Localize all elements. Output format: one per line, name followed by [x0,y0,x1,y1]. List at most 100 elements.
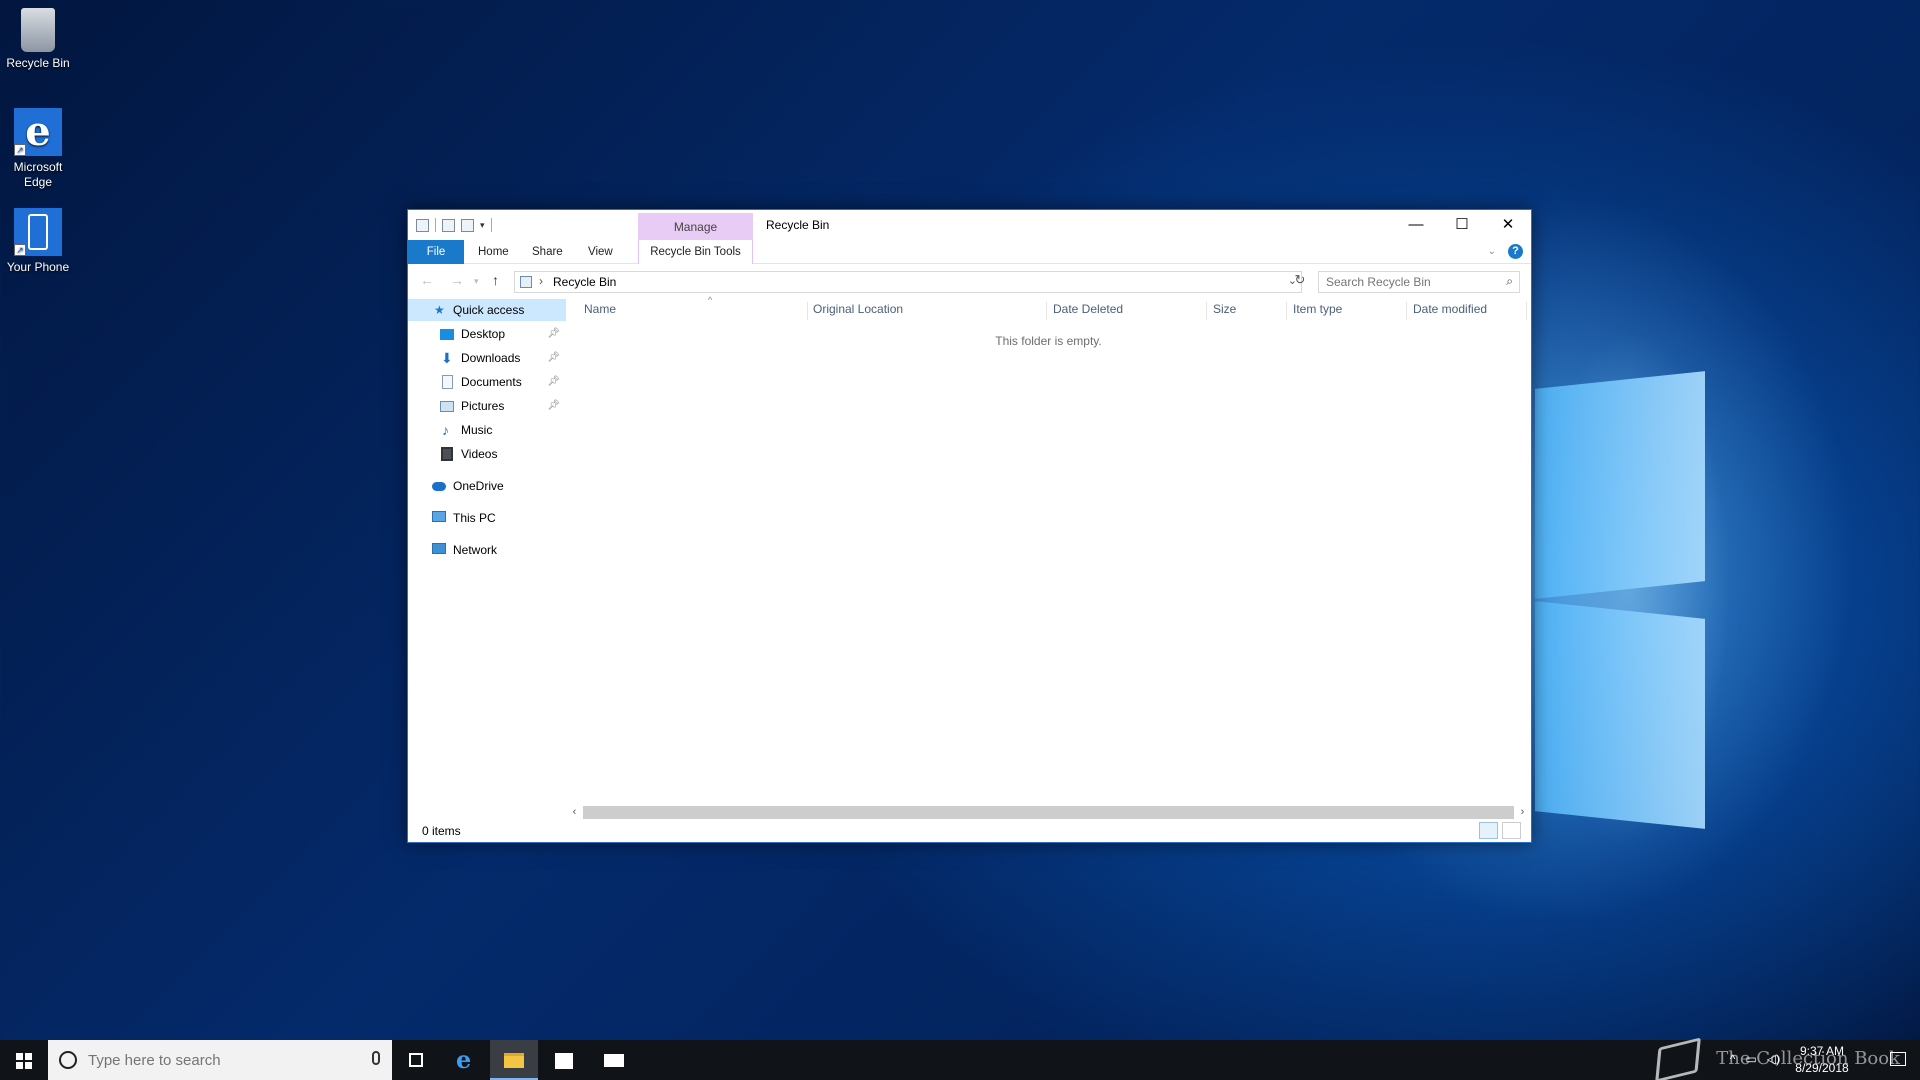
close-button[interactable]: ✕ [1485,210,1531,240]
network-icon [432,543,446,554]
task-view-button[interactable] [392,1040,440,1080]
sort-up-icon: ^ [708,295,713,305]
column-size[interactable]: Size [1207,302,1287,320]
microphone-icon[interactable] [372,1051,380,1065]
desktop-folder-icon [440,329,454,340]
separator [490,218,492,232]
navigation-pane: ★ Quick access Desktop 📌︎ ⬇ Downloads 📌︎… [408,298,566,798]
explorer-window: ▾ Manage Recycle Bin — ☐ ✕ File Home Sha… [407,209,1532,843]
ribbon-tabs: File Home Share View Recycle Bin Tools ⌄… [408,240,1531,264]
recycle-bin-small-icon[interactable] [416,218,429,232]
desktop-icon-microsoft-edge[interactable]: e ↗ Microsoft Edge [2,108,74,190]
volume-icon[interactable]: ◁) [1767,1052,1780,1066]
column-name[interactable]: ^ Name [578,295,808,320]
nav-quick-access[interactable]: ★ Quick access [408,299,566,321]
back-arrow-icon[interactable]: ← [420,272,434,288]
recent-locations-icon[interactable]: ▾ [474,276,479,287]
taskbar-search-box[interactable] [48,1040,392,1080]
horizontal-scrollbar[interactable]: ‹ › [566,804,1531,821]
column-date-deleted[interactable]: Date Deleted [1047,302,1207,320]
help-icon[interactable]: ? [1508,244,1523,259]
clock[interactable]: 9:37 AM 8/29/2018 [1782,1043,1862,1077]
pin-icon[interactable]: 📌︎ [547,371,560,393]
customize-toolbar-icon[interactable]: ▾ [480,220,485,231]
nav-this-pc[interactable]: This PC [408,507,566,529]
network-icon[interactable]: ▭ [1745,1052,1756,1066]
manage-context-group[interactable]: Manage [638,213,753,240]
column-date-modified[interactable]: Date modified [1407,302,1527,320]
search-box[interactable]: ⌕ [1318,271,1520,293]
watermark-book-icon [1655,1037,1701,1080]
desktop-icon-label: Microsoft Edge [13,160,63,189]
nav-videos[interactable]: Videos [408,443,566,465]
forward-arrow-icon[interactable]: → [450,272,464,288]
desktop-icon-your-phone[interactable]: ↗ Your Phone [2,208,74,275]
cloud-icon [432,482,446,491]
maximize-button[interactable]: ☐ [1439,210,1485,240]
large-icons-view-icon[interactable] [1502,822,1521,839]
nav-network[interactable]: Network [408,539,566,561]
desktop-icon-label: Recycle Bin [6,56,70,70]
breadcrumb-separator: › [539,274,543,288]
nav-onedrive[interactable]: OneDrive [408,475,566,497]
desktop-icon-recycle-bin[interactable]: Recycle Bin [2,8,74,71]
scrollbar-thumb[interactable] [583,806,1514,819]
search-input[interactable] [1319,272,1494,292]
nav-desktop[interactable]: Desktop 📌︎ [408,323,566,345]
taskbar: e The Collection Book ^ ▭ ◁) 9:37 AM 8/2… [0,1037,1920,1080]
tab-share[interactable]: Share [520,240,575,264]
column-label: Date Deleted [1053,302,1124,316]
start-button[interactable] [0,1040,48,1080]
taskbar-edge[interactable]: e [442,1040,490,1080]
pin-icon[interactable]: 📌︎ [547,347,560,369]
new-folder-icon[interactable] [461,218,474,232]
nav-label: Documents [461,375,522,389]
taskbar-mail[interactable] [590,1040,638,1080]
edge-icon: e [456,1045,472,1074]
column-item-type[interactable]: Item type [1287,302,1407,320]
nav-music[interactable]: ♪ Music [408,419,566,441]
recycle-bin-small-icon [520,276,532,288]
pin-icon[interactable]: 📌︎ [547,323,560,345]
refresh-icon[interactable]: ↻ [1290,272,1310,288]
column-original-location[interactable]: Original Location [807,302,1047,320]
taskbar-store[interactable] [540,1040,588,1080]
minimize-button[interactable]: — [1393,210,1439,240]
nav-pictures[interactable]: Pictures 📌︎ [408,395,566,417]
tab-home[interactable]: Home [466,240,521,264]
cortana-circle-icon [59,1051,77,1069]
taskbar-file-explorer[interactable] [490,1040,538,1080]
address-bar[interactable]: › Recycle Bin ⌄ [514,271,1302,293]
pictures-icon [440,401,454,412]
action-center-icon[interactable] [1890,1052,1906,1066]
up-arrow-icon[interactable]: ↑ [492,272,499,288]
tab-recycle-bin-tools[interactable]: Recycle Bin Tools [638,240,753,264]
details-view-icon[interactable] [1479,822,1498,839]
tab-view[interactable]: View [576,240,625,264]
chevron-up-icon[interactable]: ^ [1730,1052,1736,1066]
search-icon[interactable]: ⌕ [1506,274,1513,289]
nav-label: Downloads [461,351,521,365]
file-list[interactable]: ^ Name Original Location Date Deleted Si… [566,295,1531,798]
nav-downloads[interactable]: ⬇ Downloads 📌︎ [408,347,566,369]
nav-label: Quick access [453,303,525,317]
properties-icon[interactable] [442,218,455,232]
scroll-left-icon[interactable]: ‹ [566,804,583,821]
column-headers: ^ Name Original Location Date Deleted Si… [566,295,1531,322]
breadcrumb-recycle-bin[interactable]: Recycle Bin [553,275,616,289]
quick-access-toolbar: ▾ [416,218,492,232]
nav-documents[interactable]: Documents 📌︎ [408,371,566,393]
windows-logo-icon [16,1053,32,1069]
expand-ribbon-icon[interactable]: ⌄ [1488,246,1496,257]
document-icon [442,375,453,389]
taskbar-search-input[interactable] [88,1050,348,1070]
system-tray: ^ ▭ ◁) [1730,1052,1780,1066]
video-film-icon [441,447,453,461]
pin-icon[interactable]: 📌︎ [547,395,560,417]
tab-file[interactable]: File [408,240,464,264]
status-bar: 0 items [408,820,1531,842]
scroll-right-icon[interactable]: › [1514,804,1531,821]
title-bar[interactable]: ▾ Manage Recycle Bin — ☐ ✕ [408,210,1531,240]
clock-time: 9:37 AM [1799,1044,1845,1058]
window-title: Recycle Bin [766,218,830,232]
